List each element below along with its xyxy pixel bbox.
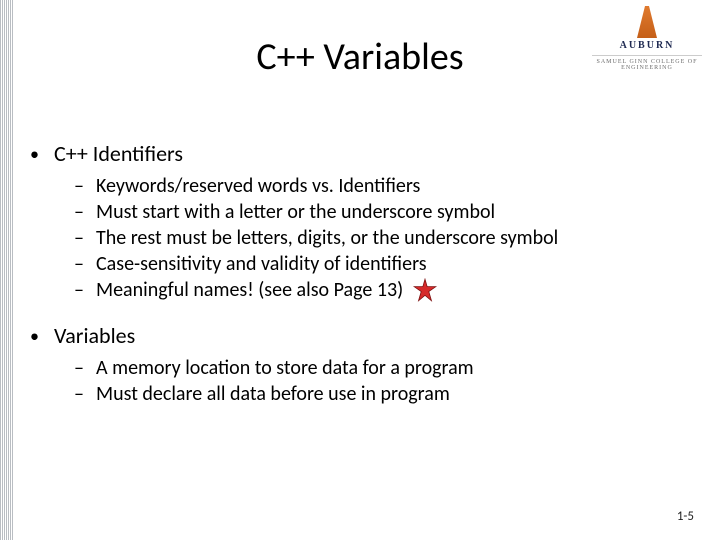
list-item-text: Meaningful names! (see also Page 13) bbox=[96, 278, 690, 304]
sub-bullet-group: – A memory location to store data for a … bbox=[74, 356, 690, 406]
list-item-text: Keywords/reserved words vs. Identifiers bbox=[96, 174, 690, 198]
list-item: – The rest must be letters, digits, or t… bbox=[74, 226, 690, 250]
slide-title: C++ Variables bbox=[0, 34, 720, 80]
list-item-text: The rest must be letters, digits, or the… bbox=[96, 226, 690, 250]
sub-bullet-group: – Keywords/reserved words vs. Identifier… bbox=[74, 174, 690, 304]
section-heading-text: C++ Identifiers bbox=[54, 140, 690, 167]
bullet-icon: • bbox=[30, 140, 54, 168]
dash-icon: – bbox=[74, 252, 96, 276]
bullet-icon: • bbox=[30, 322, 54, 350]
list-item: – Case-sensitivity and validity of ident… bbox=[74, 252, 690, 276]
list-item-text: Case-sensitivity and validity of identif… bbox=[96, 252, 690, 276]
list-item: – Must start with a letter or the unders… bbox=[74, 200, 690, 224]
dash-icon: – bbox=[74, 226, 96, 250]
list-item: – Must declare all data before use in pr… bbox=[74, 382, 690, 406]
dash-icon: – bbox=[74, 356, 96, 380]
dash-icon: – bbox=[74, 200, 96, 224]
slide-body: • C++ Identifiers – Keywords/reserved wo… bbox=[30, 140, 690, 424]
list-item: – Keywords/reserved words vs. Identifier… bbox=[74, 174, 690, 198]
page-number: 1-5 bbox=[677, 509, 694, 524]
slide-edge-decoration bbox=[0, 0, 14, 540]
section-heading: • C++ Identifiers bbox=[30, 140, 690, 168]
list-item-inner-text: Meaningful names! (see also Page 13) bbox=[96, 278, 403, 302]
star-icon bbox=[412, 278, 438, 304]
dash-icon: – bbox=[74, 174, 96, 198]
dash-icon: – bbox=[74, 278, 96, 302]
list-item-text: Must declare all data before use in prog… bbox=[96, 382, 690, 406]
dash-icon: – bbox=[74, 382, 96, 406]
list-item: – A memory location to store data for a … bbox=[74, 356, 690, 380]
section-heading: • Variables bbox=[30, 322, 690, 350]
section-heading-text: Variables bbox=[54, 322, 690, 349]
list-item-text: Must start with a letter or the undersco… bbox=[96, 200, 690, 224]
list-item-text: A memory location to store data for a pr… bbox=[96, 356, 690, 380]
list-item: – Meaningful names! (see also Page 13) bbox=[74, 278, 690, 304]
